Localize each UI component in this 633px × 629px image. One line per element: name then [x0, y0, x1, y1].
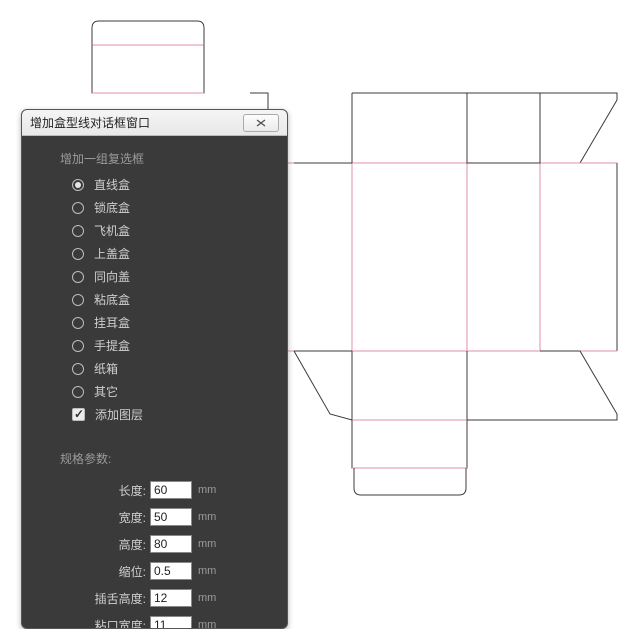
- param-input[interactable]: [150, 589, 192, 607]
- option-label: 添加图层: [95, 406, 143, 423]
- radio-icon[interactable]: [72, 294, 84, 306]
- option-2[interactable]: 飞机盒: [72, 219, 269, 242]
- param-input[interactable]: [150, 616, 192, 628]
- option-label: 飞机盒: [94, 222, 130, 239]
- param-input[interactable]: [150, 535, 192, 553]
- param-row-3: 缩位: mm: [40, 558, 269, 584]
- param-row-1: 宽度: mm: [40, 504, 269, 530]
- param-input[interactable]: [150, 562, 192, 580]
- option-7[interactable]: 手提盒: [72, 334, 269, 357]
- group-title: 增加一组复选框: [60, 150, 269, 167]
- option-label: 同向盖: [94, 268, 130, 285]
- option-10[interactable]: 添加图层: [72, 403, 269, 426]
- option-label: 纸箱: [94, 360, 118, 377]
- param-label: 高度:: [40, 536, 150, 553]
- param-unit: mm: [198, 484, 216, 496]
- checkbox-icon[interactable]: [72, 408, 85, 421]
- option-label: 上盖盒: [94, 245, 130, 262]
- option-9[interactable]: 其它: [72, 380, 269, 403]
- option-label: 直线盒: [94, 176, 130, 193]
- params-title: 规格参数:: [60, 450, 269, 467]
- close-icon: [255, 118, 267, 128]
- param-row-2: 高度: mm: [40, 531, 269, 557]
- option-label: 锁底盒: [94, 199, 130, 216]
- param-label: 缩位:: [40, 563, 150, 580]
- param-label: 宽度:: [40, 509, 150, 526]
- radio-icon[interactable]: [72, 317, 84, 329]
- option-5[interactable]: 粘底盒: [72, 288, 269, 311]
- option-0[interactable]: 直线盒: [72, 173, 269, 196]
- param-row-0: 长度: mm: [40, 477, 269, 503]
- dialog-titlebar[interactable]: 增加盒型线对话框窗口: [22, 110, 287, 136]
- param-row-4: 插舌高度: mm: [40, 585, 269, 611]
- radio-icon[interactable]: [72, 386, 84, 398]
- close-button[interactable]: [243, 114, 279, 132]
- param-unit: mm: [198, 511, 216, 523]
- param-label: 粘口宽度:: [40, 617, 150, 629]
- param-label: 插舌高度:: [40, 590, 150, 607]
- radio-icon[interactable]: [72, 340, 84, 352]
- radio-icon[interactable]: [72, 248, 84, 260]
- option-3[interactable]: 上盖盒: [72, 242, 269, 265]
- param-unit: mm: [198, 538, 216, 550]
- dialog-body: 增加一组复选框 直线盒锁底盒飞机盒上盖盒同向盖粘底盒挂耳盒手提盒纸箱其它添加图层…: [22, 136, 287, 628]
- option-label: 手提盒: [94, 337, 130, 354]
- radio-icon[interactable]: [72, 363, 84, 375]
- option-label: 粘底盒: [94, 291, 130, 308]
- option-1[interactable]: 锁底盒: [72, 196, 269, 219]
- option-6[interactable]: 挂耳盒: [72, 311, 269, 334]
- option-4[interactable]: 同向盖: [72, 265, 269, 288]
- box-dialog: 增加盒型线对话框窗口 增加一组复选框 直线盒锁底盒飞机盒上盖盒同向盖粘底盒挂耳盒…: [21, 109, 288, 629]
- dialog-title: 增加盒型线对话框窗口: [30, 114, 243, 131]
- radio-icon[interactable]: [72, 225, 84, 237]
- param-input[interactable]: [150, 508, 192, 526]
- param-unit: mm: [198, 565, 216, 577]
- radio-icon[interactable]: [72, 271, 84, 283]
- radio-icon[interactable]: [72, 202, 84, 214]
- radio-icon[interactable]: [72, 179, 84, 191]
- option-label: 挂耳盒: [94, 314, 130, 331]
- option-8[interactable]: 纸箱: [72, 357, 269, 380]
- param-label: 长度:: [40, 482, 150, 499]
- param-input[interactable]: [150, 481, 192, 499]
- param-row-5: 粘口宽度:mm: [40, 612, 269, 628]
- param-unit: mm: [198, 592, 216, 604]
- option-label: 其它: [94, 383, 118, 400]
